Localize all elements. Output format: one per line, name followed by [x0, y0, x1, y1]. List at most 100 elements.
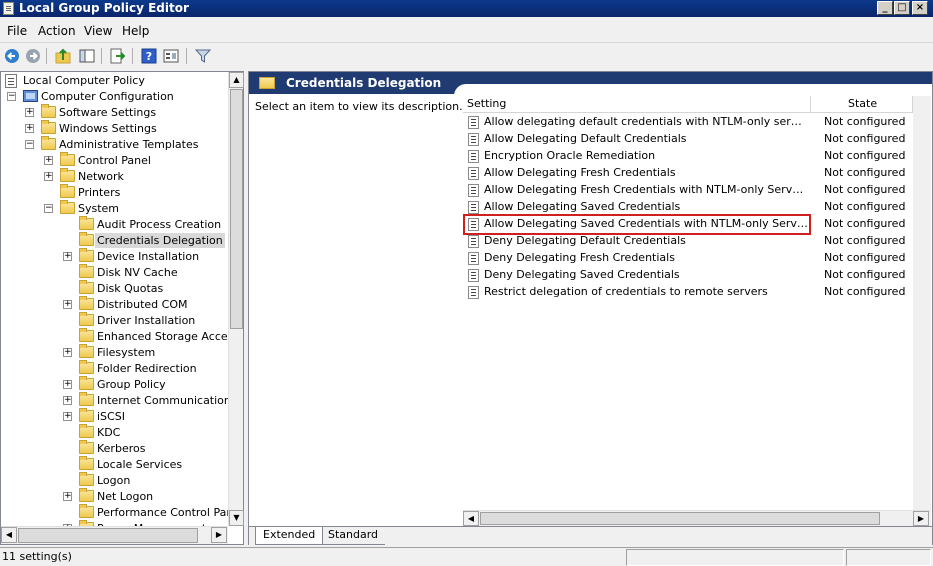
tree-vertical-scrollbar[interactable]: ▲ ▼ [228, 72, 244, 526]
tree-node[interactable]: + Internet Communication Ma [1, 392, 228, 409]
list-item[interactable]: Deny Delegating Default Credentials Not c… [463, 233, 931, 250]
folder-icon [79, 408, 94, 422]
tree-node[interactable]: Performance Control Panel [1, 504, 228, 521]
list-horizontal-scrollbar[interactable]: ◀ ▶ [463, 510, 931, 526]
folder-icon [79, 392, 94, 406]
list-scroll-right-arrow-icon[interactable]: ▶ [913, 511, 929, 526]
tree-node[interactable]: Enhanced Storage Access [1, 328, 228, 345]
setting-state: Not configured [824, 132, 906, 145]
tree-node[interactable]: Locale Services [1, 456, 228, 473]
list-item[interactable]: Allow Delegating Default Credentials Not … [463, 131, 931, 148]
list-scroll-left-arrow-icon[interactable]: ◀ [463, 511, 479, 526]
tree-node[interactable]: Logon [1, 472, 228, 489]
expand-plus-icon[interactable]: + [63, 380, 72, 389]
menu-help[interactable]: Help [122, 24, 149, 38]
expand-plus-icon[interactable]: + [25, 108, 34, 117]
minimize-button[interactable]: _ [877, 1, 893, 15]
tree-node[interactable]: Local Computer Policy [1, 73, 228, 89]
expand-plus-icon[interactable]: + [44, 172, 53, 181]
help-icon[interactable]: ? [140, 47, 158, 65]
tree-node[interactable]: + Filesystem [1, 344, 228, 361]
tree-node[interactable]: Driver Installation [1, 312, 228, 329]
list-hscroll-thumb[interactable] [480, 512, 880, 525]
scroll-up-arrow-icon[interactable]: ▲ [229, 72, 244, 88]
list-item[interactable]: Deny Delegating Fresh Credentials Not con… [463, 250, 931, 267]
scroll-left-arrow-icon[interactable]: ◀ [1, 527, 17, 543]
tree-node[interactable]: Credentials Delegation [1, 232, 228, 249]
folder-icon [41, 120, 56, 134]
forward-icon[interactable] [24, 47, 42, 65]
folder-icon [79, 376, 94, 390]
tree-node[interactable]: Folder Redirection [1, 360, 228, 377]
tree-node[interactable]: − Administrative Templates [1, 136, 228, 153]
expand-plus-icon[interactable]: + [25, 124, 34, 133]
tree-node[interactable]: Disk Quotas [1, 280, 228, 297]
list-item[interactable]: Allow Delegating Fresh Credentials Not co… [463, 165, 931, 182]
collapse-minus-icon[interactable]: − [44, 204, 53, 213]
tree-hscroll-thumb[interactable] [18, 528, 198, 543]
tree-node[interactable]: + Net Logon [1, 488, 228, 505]
list-item[interactable]: Allow Delegating Saved Credentials with … [463, 214, 931, 235]
tree-node[interactable]: KDC [1, 424, 228, 441]
tab-extended[interactable]: Extended [255, 527, 324, 545]
expand-plus-icon[interactable]: + [63, 348, 72, 357]
properties-icon[interactable] [162, 47, 180, 65]
folder-icon [41, 136, 56, 150]
collapse-minus-icon[interactable]: − [25, 140, 34, 149]
folder-icon [79, 504, 94, 518]
menu-view[interactable]: View [84, 24, 112, 38]
folder-icon [79, 296, 94, 310]
tree-node[interactable]: + Control Panel [1, 152, 228, 169]
expand-plus-icon[interactable]: + [63, 252, 72, 261]
column-header-setting[interactable]: Setting [463, 96, 811, 113]
setting-state: Not configured [824, 149, 906, 162]
export-list-icon[interactable] [108, 47, 126, 65]
up-folder-icon[interactable] [54, 47, 72, 65]
scroll-right-arrow-icon[interactable]: ▶ [211, 527, 227, 543]
tree-node[interactable]: Audit Process Creation [1, 216, 228, 233]
setting-state: Not configured [824, 234, 906, 247]
list-item[interactable]: Restrict delegation of credentials to re… [463, 284, 931, 301]
menu-bar: File Action View Help [0, 20, 933, 40]
folder-icon [79, 248, 94, 262]
tree-node[interactable]: − System [1, 200, 228, 217]
expand-plus-icon[interactable]: + [63, 396, 72, 405]
tree-node[interactable]: + Software Settings [1, 104, 228, 121]
expand-plus-icon[interactable]: + [63, 300, 72, 309]
tree-node-label: Credentials Delegation [95, 233, 225, 248]
list-item[interactable]: Deny Delegating Saved Credentials Not con… [463, 267, 931, 284]
expand-plus-icon[interactable]: + [63, 492, 72, 501]
tree-node-label: Driver Installation [97, 314, 196, 327]
close-button[interactable]: × [912, 1, 928, 15]
list-item[interactable]: Allow delegating default credentials wit… [463, 114, 931, 131]
collapse-minus-icon[interactable]: − [7, 92, 16, 101]
tab-standard[interactable]: Standard [321, 527, 386, 545]
tree-node[interactable]: + Device Installation [1, 248, 228, 265]
expand-plus-icon[interactable]: + [63, 412, 72, 421]
list-item[interactable]: Encryption Oracle Remediation Not configu… [463, 148, 931, 165]
list-vertical-scrollbar[interactable] [913, 96, 931, 510]
window-title: Local Group Policy Editor [19, 1, 189, 15]
tree-node[interactable]: Disk NV Cache [1, 264, 228, 281]
tree-node[interactable]: + iSCSI [1, 408, 228, 425]
tree-node[interactable]: Kerberos [1, 440, 228, 457]
scroll-down-arrow-icon[interactable]: ▼ [229, 510, 244, 526]
tree-node[interactable]: + Distributed COM [1, 296, 228, 313]
list-item[interactable]: Allow Delegating Fresh Credentials with … [463, 182, 931, 199]
tree-horizontal-scrollbar[interactable]: ◀ ▶ [1, 526, 228, 544]
expand-plus-icon[interactable]: + [44, 156, 53, 165]
back-icon[interactable] [3, 47, 21, 65]
tree-node[interactable]: + Group Policy [1, 376, 228, 393]
tree-node-label: Logon [97, 474, 131, 487]
tree-scroll-thumb[interactable] [230, 89, 243, 329]
tree-node[interactable]: + Windows Settings [1, 120, 228, 137]
maximize-button[interactable]: □ [894, 1, 910, 15]
show-hide-tree-icon[interactable] [78, 47, 96, 65]
menu-action[interactable]: Action [38, 24, 76, 38]
menu-file[interactable]: File [7, 24, 27, 38]
tree-node[interactable]: − Computer Configuration [1, 89, 228, 105]
tree-node[interactable]: Printers [1, 184, 228, 201]
tree-node[interactable]: + Network [1, 168, 228, 185]
filter-icon[interactable] [194, 47, 212, 65]
column-header-state[interactable]: State [811, 96, 913, 113]
